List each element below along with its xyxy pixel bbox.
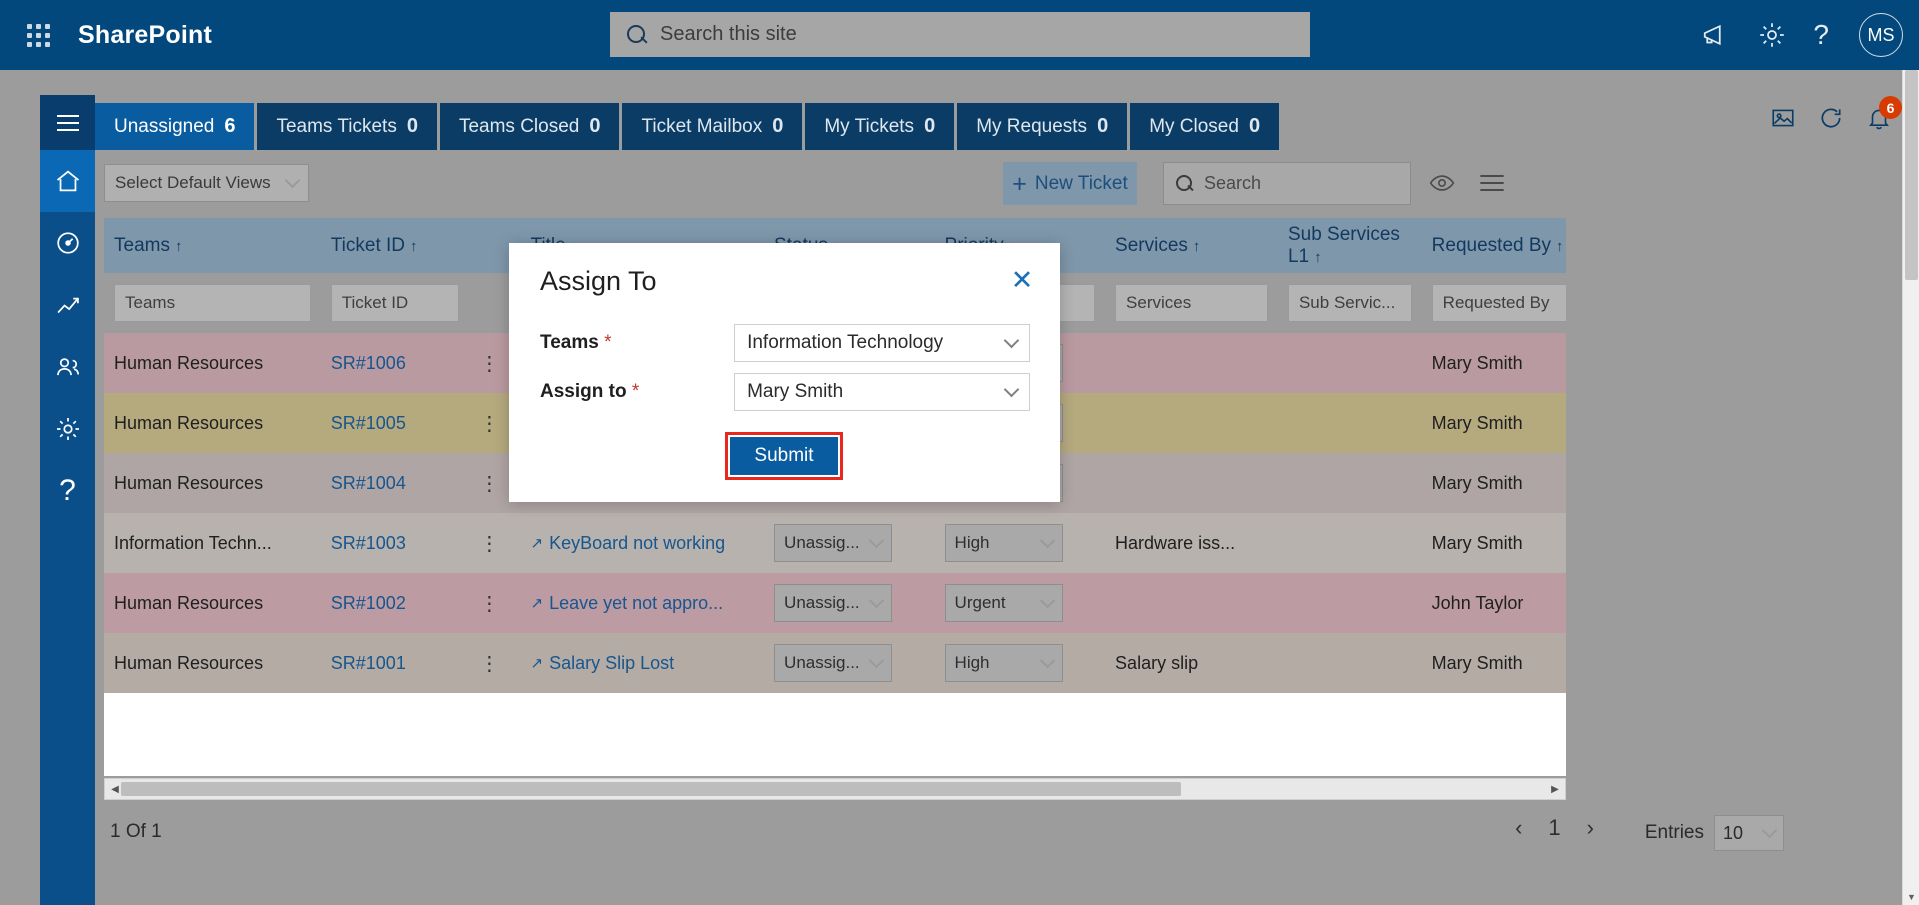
assign-to-field-label: Assign to * [540,381,734,403]
submit-button[interactable]: Submit [730,437,838,475]
label-text: Teams [540,332,599,353]
required-marker: * [631,381,640,402]
teams-field-label: Teams * [540,332,734,354]
teams-dropdown[interactable]: Information Technology [734,324,1030,362]
field-row-teams: Teams * Information Technology [540,323,1030,363]
field-row-assign-to: Assign to * Mary Smith [540,372,1030,412]
label-text: Assign to [540,381,627,402]
required-marker: * [604,332,612,353]
assign-to-value: Mary Smith [747,381,844,402]
submit-highlight: Submit [725,432,843,480]
dialog-title: Assign To [540,266,657,296]
close-icon[interactable]: ✕ [1008,267,1036,295]
teams-value: Information Technology [747,332,944,353]
assign-to-dropdown[interactable]: Mary Smith [734,373,1030,411]
chevron-down-icon [1003,332,1020,349]
assign-to-dialog: Assign To ✕ Teams * Information Technolo… [509,243,1060,502]
chevron-down-icon [1003,381,1020,398]
